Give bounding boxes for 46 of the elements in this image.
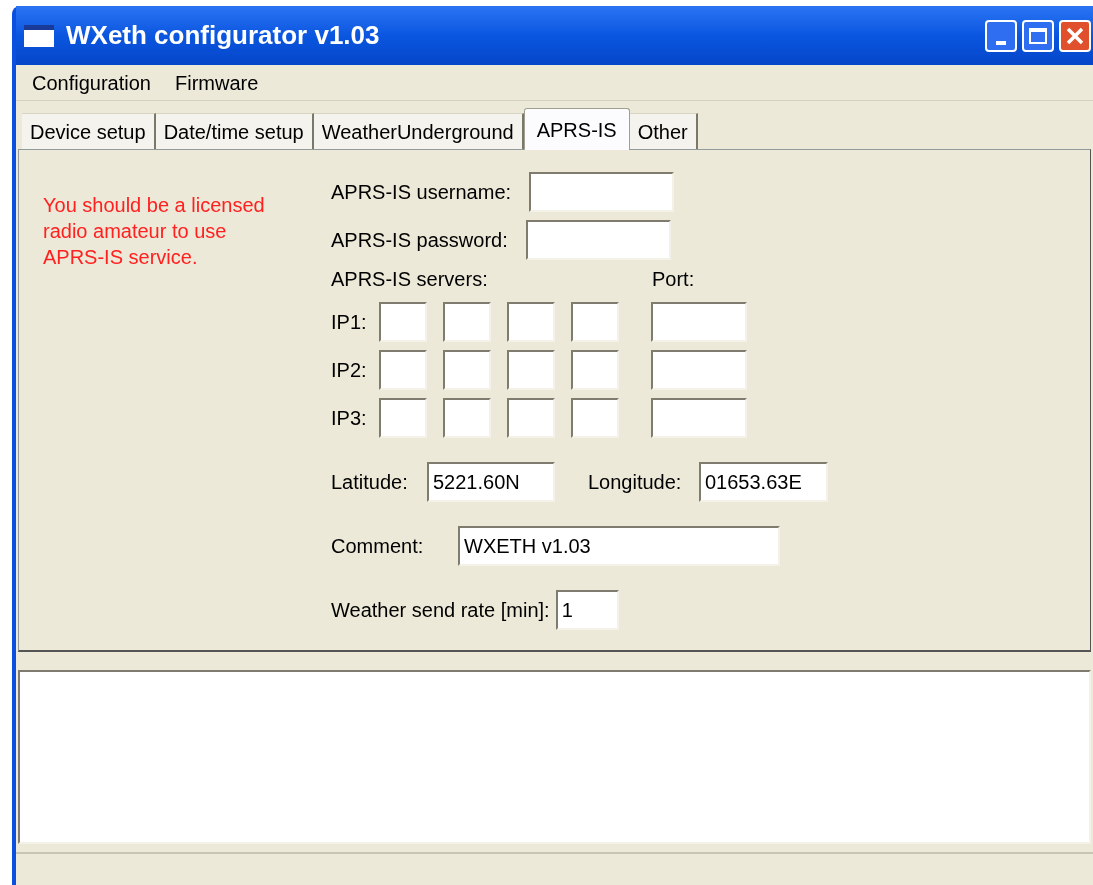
close-button[interactable] <box>1059 19 1091 52</box>
field-label: Latitude: <box>331 470 409 495</box>
field-label: APRS-IS username: <box>331 180 512 205</box>
ip-octet-field[interactable] <box>507 350 555 390</box>
tab[interactable]: Device setup <box>22 113 156 149</box>
longitude-field[interactable]: 01653.63E <box>699 462 828 502</box>
field-label: Longitude: <box>588 470 683 495</box>
username-field[interactable] <box>529 172 675 212</box>
field-label: Comment: <box>331 534 425 559</box>
field-label: IP3: <box>331 406 368 431</box>
maximize-button[interactable] <box>1022 19 1054 52</box>
latitude-field[interactable]: 5221.60N <box>427 462 555 502</box>
warning-text: You should be a licensed radio amateur to use APRS-IS service. <box>43 193 265 270</box>
field-label: APRS-IS password: <box>331 228 508 253</box>
field-label: APRS-IS servers: <box>331 267 489 292</box>
ip-octet-field[interactable] <box>571 398 619 438</box>
field-label: Port: <box>652 267 695 292</box>
tab[interactable]: Date/time setup <box>155 113 314 149</box>
window-title: WXeth configurator v1.03 <box>66 19 381 52</box>
field-label: IP2: <box>331 358 368 383</box>
tab[interactable]: WeatherUnderground <box>313 113 524 149</box>
ip-octet-field[interactable] <box>443 350 491 390</box>
tab[interactable]: Other <box>629 113 698 149</box>
ip-octet-field[interactable] <box>571 350 619 390</box>
menu-item[interactable]: Configuration <box>32 67 151 98</box>
send-rate-field[interactable]: 1 <box>555 590 619 630</box>
ip-octet-field[interactable] <box>379 302 427 342</box>
ip-octet-field[interactable] <box>443 398 491 438</box>
tab[interactable]: APRS-IS <box>523 108 630 150</box>
ip-octet-field[interactable] <box>379 350 427 390</box>
ip-octet-field[interactable] <box>379 398 427 438</box>
ip-octet-field[interactable] <box>571 302 619 342</box>
port-field[interactable] <box>651 398 747 438</box>
ip-octet-field[interactable] <box>507 302 555 342</box>
ip-octet-field[interactable] <box>443 302 491 342</box>
port-field[interactable] <box>651 350 747 390</box>
ip-octet-field[interactable] <box>507 398 555 438</box>
comment-field[interactable]: WXETH v1.03 <box>458 526 780 566</box>
minimize-button[interactable] <box>985 19 1017 52</box>
port-field[interactable] <box>651 302 747 342</box>
password-field[interactable] <box>525 220 671 260</box>
field-label: IP1: <box>331 310 368 335</box>
menu-item[interactable]: Firmware <box>174 67 259 98</box>
app-icon <box>24 24 54 47</box>
field-label: Weather send rate [min]: <box>331 598 550 623</box>
close-icon <box>1065 25 1085 46</box>
